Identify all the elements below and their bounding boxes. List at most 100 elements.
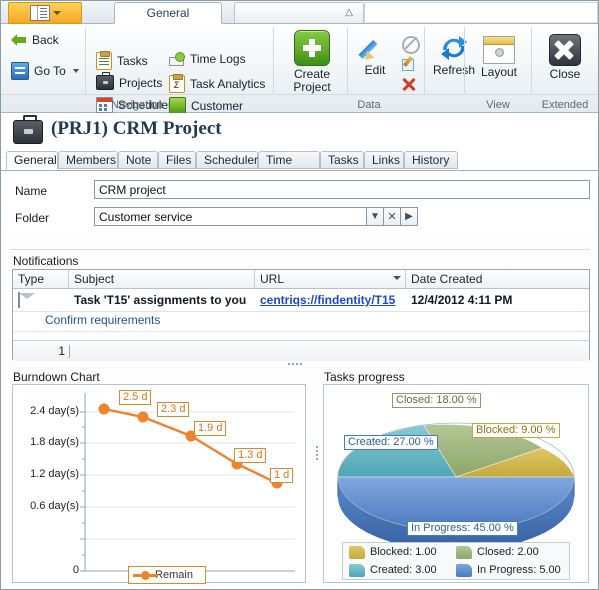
time-logs-button[interactable]: Time Logs — [169, 52, 246, 66]
chevron-down-icon — [72, 69, 79, 73]
ribbon-group-data: Create Project Edit Refresh Data — [274, 24, 475, 112]
tasks-progress-title: Tasks progress — [324, 370, 405, 384]
pie-label-in-progress: In Progress: 45.00 % — [407, 521, 518, 536]
edit-properties-button[interactable] — [402, 57, 416, 74]
tab-history[interactable]: History — [404, 151, 458, 169]
legend-swatch-in-progress — [456, 563, 472, 577]
edit-button[interactable]: Edit — [354, 36, 396, 77]
tab-members[interactable]: Members — [58, 151, 118, 169]
task-analytics-label: Task Analytics — [190, 77, 266, 91]
ribbon-tab-label: General — [146, 6, 190, 20]
point-label-2: 2.3 d — [157, 402, 190, 417]
burndown-chart-panel: Burndown Chart 2.4 day(s) 1.8 day(s) 1.2… — [12, 370, 306, 584]
point-label-1: 2.5 d — [119, 390, 152, 405]
group-baseline — [1, 94, 273, 95]
disable-button[interactable] — [402, 36, 420, 57]
legend-label-closed: Closed: 2.00 — [477, 546, 539, 558]
section-divider — [11, 249, 588, 250]
create-project-button[interactable]: Create Project — [282, 30, 342, 94]
application-menu-button[interactable] — [8, 2, 82, 24]
burndown-legend[interactable]: Remain — [128, 566, 206, 584]
folder-label: Folder — [15, 211, 50, 225]
tab-tasks[interactable]: Tasks — [320, 151, 364, 169]
task-analytics-button[interactable]: Σ Task Analytics — [169, 74, 266, 93]
tasks-progress-chart-area[interactable]: Created: 27.00 % Closed: 18.00 % Blocked… — [323, 384, 589, 583]
chevron-down-icon — [52, 11, 61, 15]
table-row-detail: Confirm requirements — [13, 312, 589, 332]
close-label: Close — [549, 67, 581, 81]
projects-button[interactable]: Projects — [96, 72, 163, 90]
tab-files[interactable]: Files — [158, 151, 196, 169]
group-divider — [85, 27, 86, 94]
legend-item-created[interactable]: Created: 3.00 — [349, 561, 456, 579]
tab-label: General — [14, 153, 57, 167]
tab-note[interactable]: Note — [118, 151, 158, 169]
grid-empty-area — [13, 332, 589, 341]
page-header: (PRJ1) CRM Project — [1, 113, 598, 151]
chevron-down-icon[interactable]: ▼ — [367, 207, 384, 226]
close-button[interactable]: Close — [545, 34, 585, 81]
tab-scheduler[interactable]: Scheduler — [196, 151, 258, 169]
ribbon-group-label: Navigation — [111, 99, 163, 111]
legend-item-in-progress[interactable]: In Progress: 5.00 — [456, 561, 563, 579]
ribbon-group-view: Layout View — [465, 24, 531, 112]
tab-general[interactable]: General — [6, 151, 58, 170]
notification-url-link[interactable]: centriqs://findentity/T15 — [260, 293, 395, 307]
delete-x-icon — [402, 77, 416, 91]
projects-label: Projects — [119, 75, 163, 90]
legend-label-created: Created: 3.00 — [370, 564, 437, 576]
point-label-4: 1.3 d — [234, 448, 267, 463]
book-menu-icon — [29, 5, 50, 21]
ribbon-tab-general[interactable]: General — [114, 2, 222, 24]
clipboard-icon — [96, 51, 112, 70]
table-row[interactable]: Task 'T15' assignments to you centriqs:/… — [13, 289, 589, 312]
column-header-subject[interactable]: Subject — [69, 270, 255, 288]
burndown-chart-title: Burndown Chart — [13, 370, 100, 384]
column-header-date-created[interactable]: Date Created — [406, 270, 589, 288]
y-tick-label-1.8: 1.8 day(s) — [30, 436, 79, 448]
notifications-grid[interactable]: Type Subject URL Date Created Task 'T15'… — [12, 269, 590, 361]
ribbon-secondary-tab[interactable]: △ — [234, 2, 364, 23]
open-arrow-icon[interactable]: ▶ — [401, 207, 418, 226]
burndown-chart-area[interactable]: 2.4 day(s) 1.8 day(s) 1.2 day(s) 0.6 day… — [12, 384, 306, 584]
goto-icon — [11, 62, 29, 80]
notifications-label: Notifications — [13, 254, 79, 268]
tab-time-logs[interactable]: Time Logs — [258, 151, 320, 184]
vertical-splitter-grip[interactable] — [316, 446, 318, 460]
green-plus-icon — [294, 30, 330, 66]
group-divider — [347, 27, 348, 94]
pie-label-blocked: Blocked: 9.00 % — [472, 423, 560, 438]
row-type-cell — [13, 289, 69, 311]
row-url-cell[interactable]: centriqs://findentity/T15 — [255, 289, 406, 311]
tab-label: Note — [126, 153, 152, 167]
clear-x-icon[interactable]: ✕ — [384, 207, 401, 226]
folder-input[interactable] — [94, 207, 367, 226]
row-subject-cell: Task 'T15' assignments to you — [74, 293, 247, 307]
legend-item-closed[interactable]: Closed: 2.00 — [456, 543, 563, 561]
goto-button[interactable]: Go To — [11, 62, 79, 80]
pie-legend[interactable]: Blocked: 1.00 Closed: 2.00 Created: 3.00… — [342, 542, 570, 580]
page-tab-bar: General Members Note Files Scheduler Tim… — [1, 151, 598, 184]
tasks-label: Tasks — [117, 54, 148, 68]
time-logs-label: Time Logs — [190, 52, 246, 66]
tasks-button[interactable]: Tasks — [96, 51, 148, 70]
sort-descending-icon — [393, 276, 401, 280]
chevron-up-icon[interactable]: △ — [345, 7, 353, 18]
name-input[interactable] — [94, 180, 590, 199]
ribbon-tab-strip: General △ — [1, 1, 598, 24]
pie-label-created: Created: 27.00 % — [344, 435, 438, 450]
layout-button[interactable]: Layout — [479, 36, 519, 79]
column-header-url[interactable]: URL — [255, 270, 406, 288]
legend-swatch-blocked — [349, 545, 365, 559]
tab-label: Scheduler — [204, 153, 259, 167]
create-project-label: Create Project — [293, 67, 331, 94]
ribbon-tab-filler — [364, 2, 598, 22]
delete-button[interactable] — [402, 77, 416, 94]
tab-links[interactable]: Links — [364, 151, 404, 169]
point-label-5: 1 d — [270, 468, 294, 483]
legend-item-blocked[interactable]: Blocked: 1.00 — [349, 543, 456, 561]
back-button[interactable]: Back — [11, 33, 59, 47]
column-header-type[interactable]: Type — [13, 270, 69, 288]
horizontal-splitter-grip[interactable] — [288, 363, 302, 365]
series-marker-icon — [133, 570, 159, 580]
